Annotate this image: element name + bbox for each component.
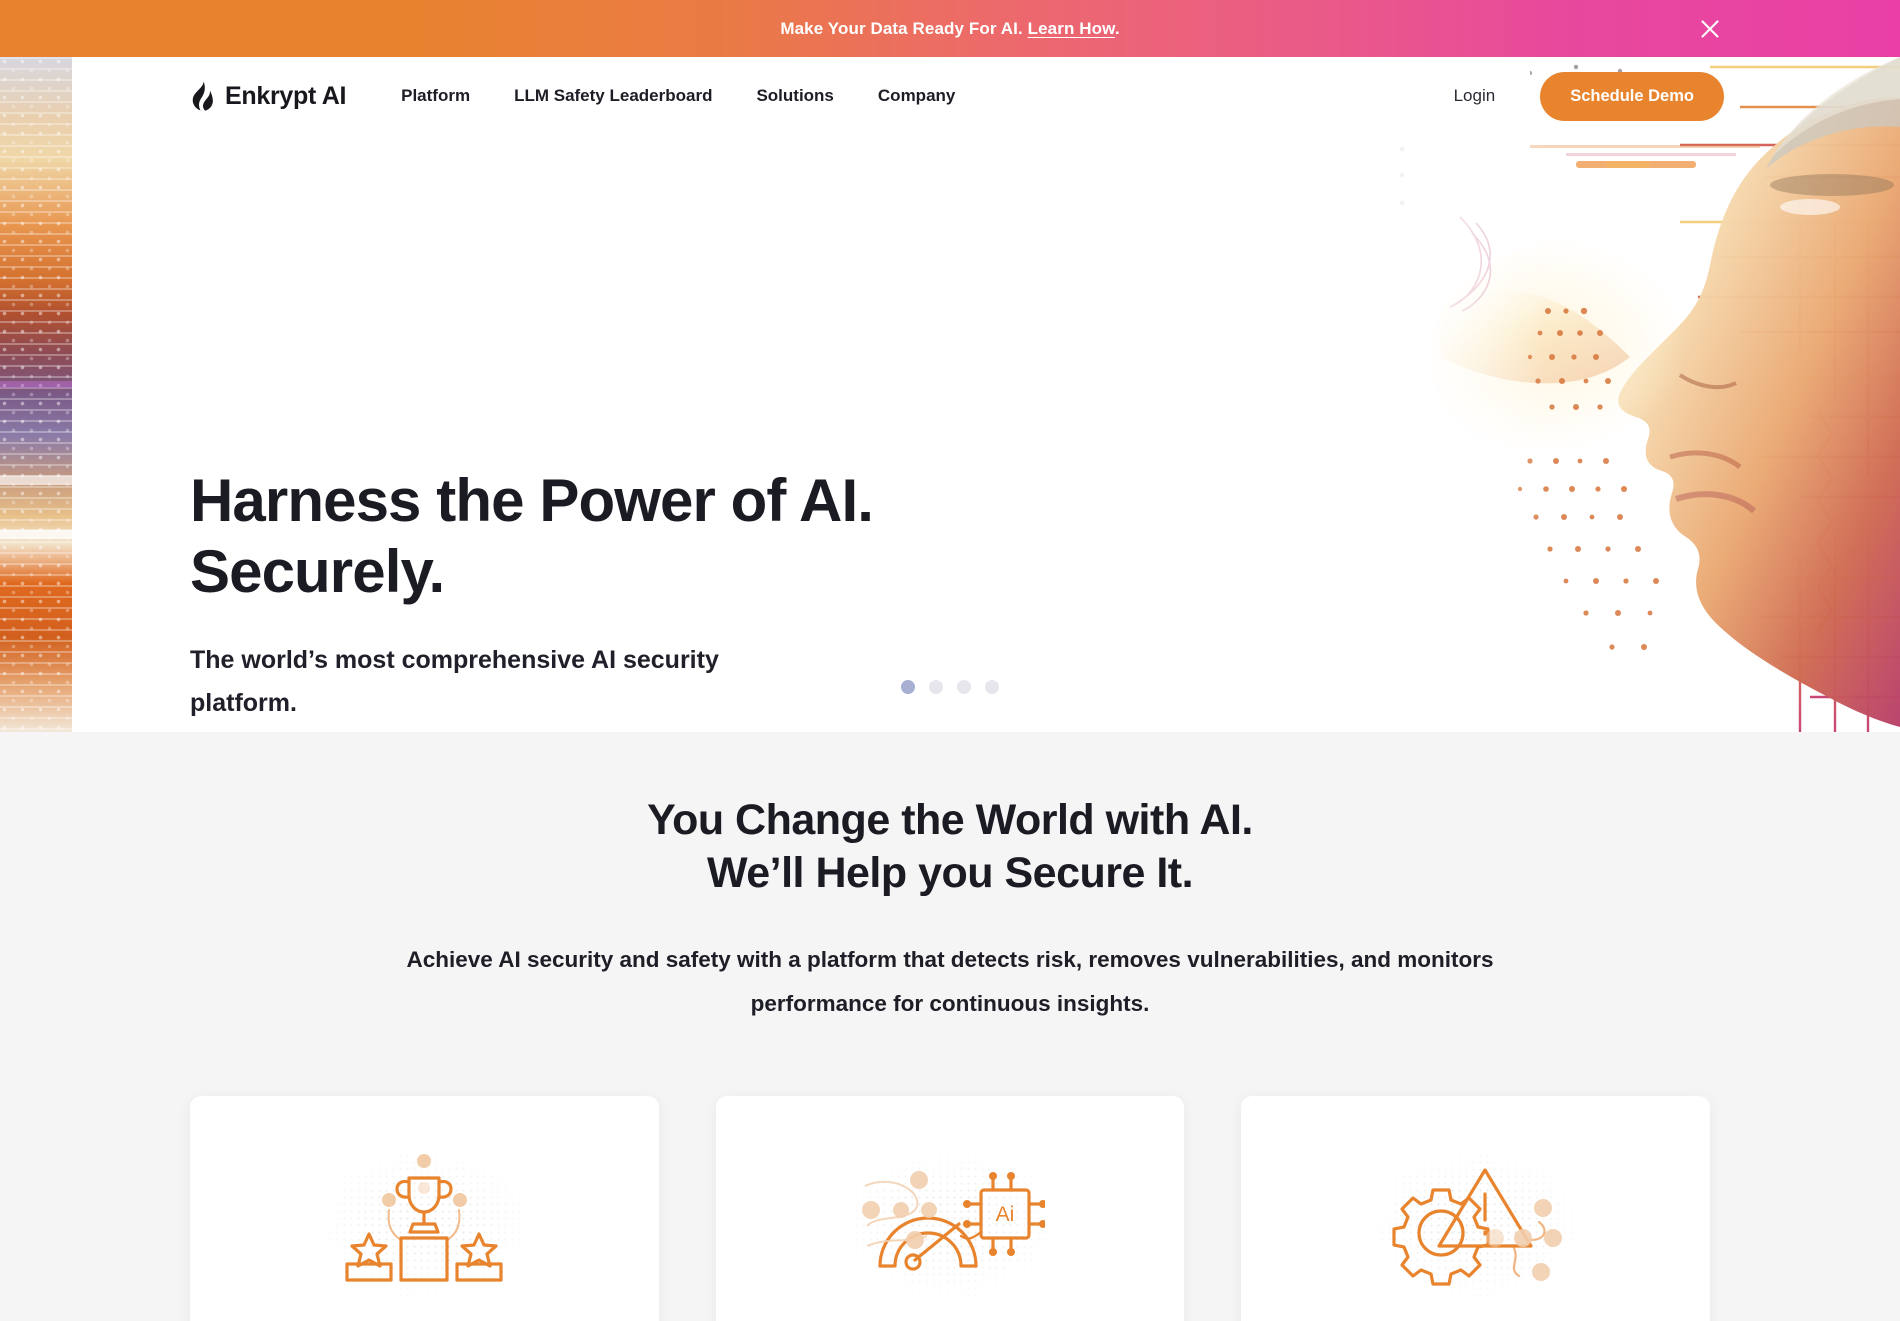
close-icon <box>1699 18 1721 40</box>
value-proposition-section: You Change the World with AI. We’ll Help… <box>0 732 1900 1321</box>
hero-title-line-2: Securely. <box>190 538 445 605</box>
benefit-cards: Gain Competitive Advantage <box>0 1096 1900 1321</box>
gauge-ai-chip-icon: Ai <box>825 1138 1075 1308</box>
value-heading: You Change the World with AI. We’ll Help… <box>0 794 1900 900</box>
nav-item-solutions[interactable]: Solutions <box>756 86 833 106</box>
hero-section: Enkrypt AI Platform LLM Safety Leaderboa… <box>0 57 1900 732</box>
announcement-message: Make Your Data Ready For AI. <box>780 18 1023 38</box>
brand-name: Enkrypt AI <box>225 81 347 110</box>
hero-title: Harness the Power of AI. Securely. <box>190 465 874 607</box>
trophy-podium-icon <box>299 1138 550 1308</box>
nav-actions: Login Schedule Demo <box>1454 71 1724 121</box>
carousel-dot-4[interactable] <box>985 680 999 694</box>
benefit-card-gain-competitive-advantage[interactable]: Gain Competitive Advantage <box>190 1096 659 1321</box>
hero-title-line-1: Harness the Power of AI. <box>190 467 874 534</box>
value-heading-line-1: You Change the World with AI. <box>647 796 1253 844</box>
hero-left-decorative-art <box>0 57 72 732</box>
value-heading-line-2: We’ll Help you Secure It. <box>706 849 1194 897</box>
banner-close-button[interactable] <box>1695 14 1725 44</box>
carousel-dot-2[interactable] <box>929 680 943 694</box>
main-navigation: Enkrypt AI Platform LLM Safety Leaderboa… <box>0 57 1900 135</box>
nav-links: Platform LLM Safety Leaderboard Solution… <box>401 86 955 106</box>
login-link[interactable]: Login <box>1454 86 1496 106</box>
carousel-dot-3[interactable] <box>957 680 971 694</box>
benefit-card-accelerate-ai-adoption[interactable]: Ai Accelerate AI Adoption <box>715 1096 1185 1321</box>
hero-right-digital-face-art <box>1380 57 1900 732</box>
nav-item-company[interactable]: Company <box>878 86 955 106</box>
carousel-dot-1[interactable] <box>901 680 915 694</box>
announcement-learn-how-link[interactable]: Learn How <box>1028 19 1115 38</box>
schedule-demo-button[interactable]: Schedule Demo <box>1540 71 1724 121</box>
announcement-text: Make Your Data Ready For AI. Learn How. <box>780 19 1119 39</box>
flame-logo-icon <box>190 81 214 111</box>
announcement-period: . <box>1114 18 1120 38</box>
announcement-banner: Make Your Data Ready For AI. Learn How. <box>0 0 1900 57</box>
benefit-card-ensure-ai-risk-management[interactable]: Ensure AI Risk Management <box>1241 1096 1711 1321</box>
hero-left-streaks <box>0 57 72 732</box>
brand-logo[interactable]: Enkrypt AI <box>190 81 346 111</box>
nav-item-llm-safety-leaderboard[interactable]: LLM Safety Leaderboard <box>514 86 712 106</box>
nav-item-platform[interactable]: Platform <box>401 86 470 106</box>
svg-text:Ai: Ai <box>996 1203 1015 1226</box>
gear-warning-icon <box>1350 1138 1601 1308</box>
hero-carousel-dots <box>0 680 1900 694</box>
value-body-text: Achieve AI security and safety with a pl… <box>406 947 1494 1016</box>
